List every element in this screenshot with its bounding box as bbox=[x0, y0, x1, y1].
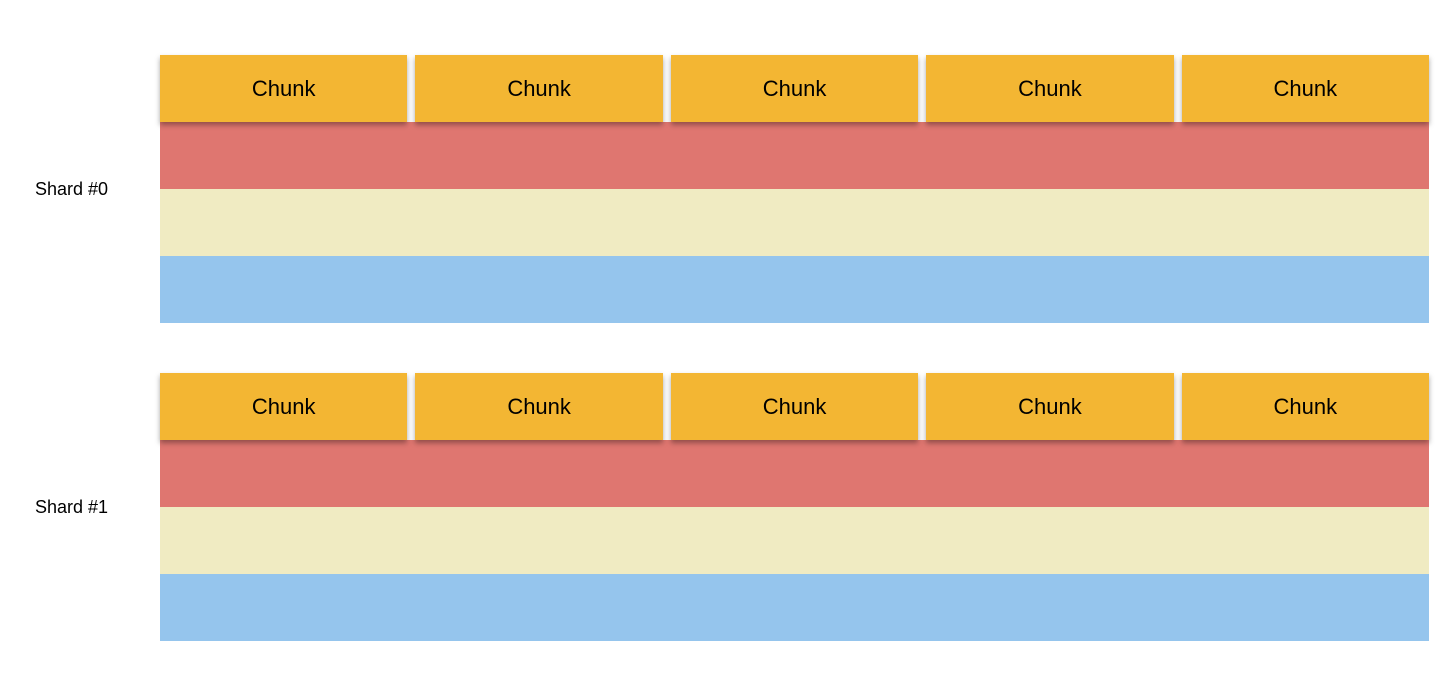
bar-red bbox=[160, 440, 1429, 507]
chunk: Chunk bbox=[926, 55, 1173, 122]
bar-red bbox=[160, 122, 1429, 189]
chunk: Chunk bbox=[1182, 55, 1429, 122]
chunks-row: Chunk Chunk Chunk Chunk Chunk bbox=[160, 55, 1429, 122]
bar-blue bbox=[160, 256, 1429, 323]
chunk: Chunk bbox=[160, 373, 407, 440]
chunk: Chunk bbox=[160, 55, 407, 122]
chunk: Chunk bbox=[926, 373, 1173, 440]
chunk: Chunk bbox=[671, 373, 918, 440]
chunk: Chunk bbox=[415, 55, 662, 122]
shard-diagram: Shard #0 Chunk Chunk Chunk Chunk Chunk S… bbox=[0, 0, 1449, 641]
bar-cream bbox=[160, 507, 1429, 574]
chunk: Chunk bbox=[671, 55, 918, 122]
shard-1: Shard #1 Chunk Chunk Chunk Chunk Chunk bbox=[20, 373, 1429, 641]
chunk: Chunk bbox=[1182, 373, 1429, 440]
chunks-row: Chunk Chunk Chunk Chunk Chunk bbox=[160, 373, 1429, 440]
chunk: Chunk bbox=[415, 373, 662, 440]
shard-label: Shard #0 bbox=[20, 179, 160, 200]
bar-blue bbox=[160, 574, 1429, 641]
shard-body: Chunk Chunk Chunk Chunk Chunk bbox=[160, 55, 1429, 323]
shard-label: Shard #1 bbox=[20, 497, 160, 518]
bar-cream bbox=[160, 189, 1429, 256]
shard-0: Shard #0 Chunk Chunk Chunk Chunk Chunk bbox=[20, 55, 1429, 323]
shard-body: Chunk Chunk Chunk Chunk Chunk bbox=[160, 373, 1429, 641]
